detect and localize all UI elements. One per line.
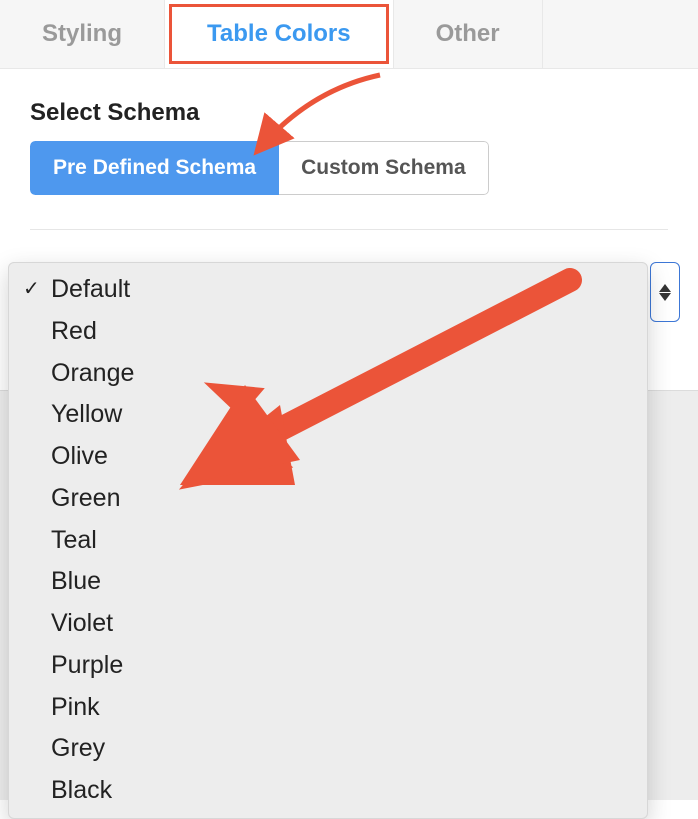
dropdown-item-label: Yellow bbox=[51, 398, 633, 432]
color-dropdown-menu: ✓ Default Red Orange Yellow Olive Green … bbox=[8, 262, 648, 819]
dropdown-item-pink[interactable]: Pink bbox=[9, 687, 647, 729]
toggle-label: Pre Defined Schema bbox=[53, 156, 256, 179]
tab-label: Table Colors bbox=[207, 20, 351, 47]
dropdown-item-label: Blue bbox=[51, 565, 633, 599]
dropdown-item-label: Default bbox=[51, 273, 633, 307]
dropdown-item-violet[interactable]: Violet bbox=[9, 603, 647, 645]
dropdown-item-olive[interactable]: Olive bbox=[9, 436, 647, 478]
dropdown-item-label: Purple bbox=[51, 649, 633, 683]
dropdown-item-label: Green bbox=[51, 482, 633, 516]
dropdown-item-red[interactable]: Red bbox=[9, 311, 647, 353]
dropdown-item-yellow[interactable]: Yellow bbox=[9, 394, 647, 436]
tabs-bar: Styling Table Colors Other bbox=[0, 0, 698, 69]
dropdown-item-purple[interactable]: Purple bbox=[9, 645, 647, 687]
tab-label: Styling bbox=[42, 20, 122, 47]
dropdown-item-label: Teal bbox=[51, 524, 633, 558]
tab-styling[interactable]: Styling bbox=[0, 0, 165, 68]
predefined-schema-button[interactable]: Pre Defined Schema bbox=[30, 141, 279, 195]
divider bbox=[30, 229, 668, 230]
tab-label: Other bbox=[436, 20, 500, 47]
dropdown-item-label: Orange bbox=[51, 357, 633, 391]
check-icon: ✓ bbox=[23, 276, 51, 303]
toggle-label: Custom Schema bbox=[301, 156, 466, 179]
color-select-control[interactable] bbox=[650, 262, 680, 322]
dropdown-item-blue[interactable]: Blue bbox=[9, 561, 647, 603]
tab-other[interactable]: Other bbox=[394, 0, 543, 68]
dropdown-item-default[interactable]: ✓ Default bbox=[9, 269, 647, 311]
dropdown-item-label: Red bbox=[51, 315, 633, 349]
custom-schema-button[interactable]: Custom Schema bbox=[279, 141, 489, 195]
dropdown-item-grey[interactable]: Grey bbox=[9, 728, 647, 770]
select-updown-icon bbox=[659, 284, 671, 301]
dropdown-item-black[interactable]: Black bbox=[9, 770, 647, 812]
dropdown-item-label: Black bbox=[51, 774, 633, 808]
dropdown-item-orange[interactable]: Orange bbox=[9, 353, 647, 395]
tab-table-colors[interactable]: Table Colors bbox=[165, 0, 394, 68]
dropdown-item-teal[interactable]: Teal bbox=[9, 520, 647, 562]
dropdown-item-green[interactable]: Green bbox=[9, 478, 647, 520]
schema-toggle-group: Pre Defined Schema Custom Schema bbox=[30, 141, 489, 195]
section-label: Select Schema bbox=[30, 99, 668, 127]
dropdown-item-label: Grey bbox=[51, 732, 633, 766]
dropdown-item-label: Pink bbox=[51, 691, 633, 725]
dropdown-item-label: Olive bbox=[51, 440, 633, 474]
dropdown-item-label: Violet bbox=[51, 607, 633, 641]
tab-content: Select Schema Pre Defined Schema Custom … bbox=[0, 69, 698, 230]
